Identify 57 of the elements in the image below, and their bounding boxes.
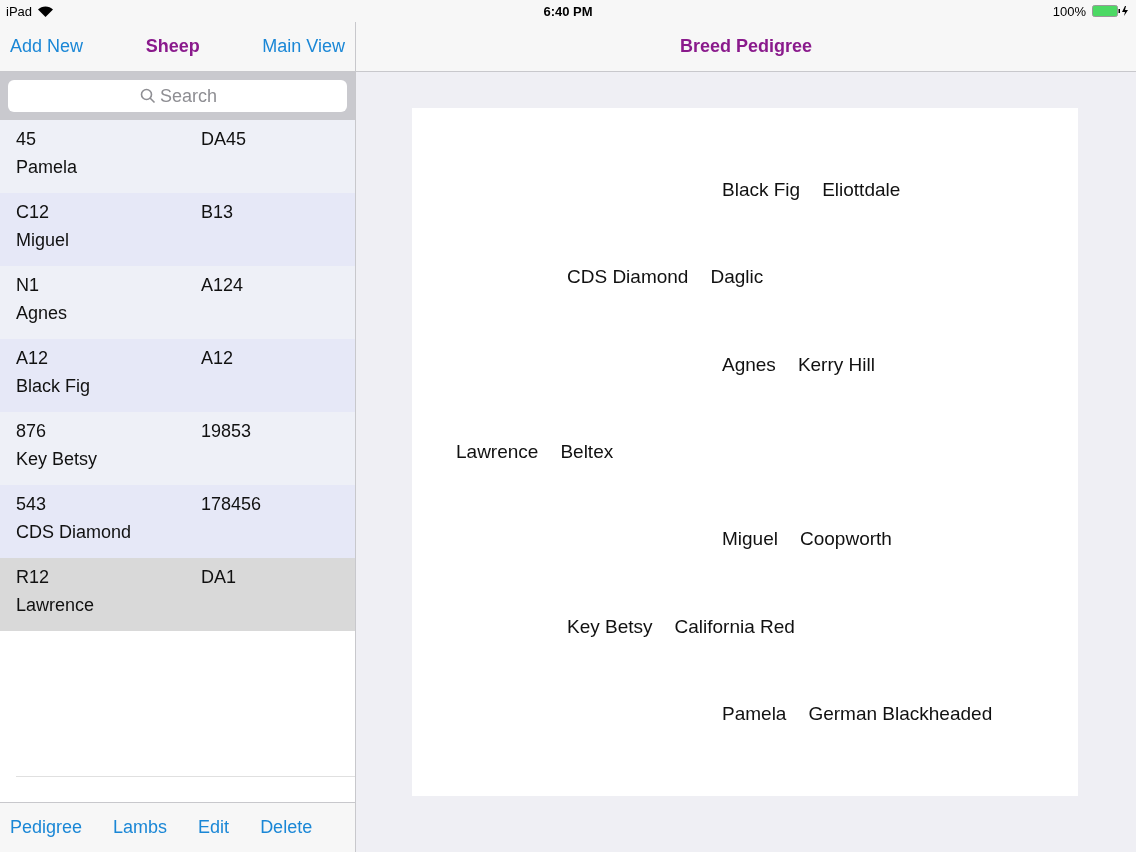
sheep-row[interactable]: R12 DA1 Lawrence (0, 558, 355, 631)
battery-percent: 100% (1052, 3, 1086, 19)
wifi-icon (38, 5, 54, 17)
sheep-row[interactable]: N1 A124 Agnes (0, 266, 355, 339)
tag-number: N1 (16, 275, 40, 297)
sheep-id: DA45 (201, 129, 248, 151)
tag-number: 543 (16, 494, 48, 516)
device-name: iPad (6, 3, 33, 19)
nav-title: Sheep (145, 36, 200, 57)
breed-name: Daglic (710, 266, 764, 289)
tag-number: A12 (16, 348, 50, 370)
sheep-id: B13 (201, 202, 235, 224)
toolbar-button[interactable]: Edit (198, 817, 230, 838)
tag-number: 45 (16, 129, 38, 151)
breed-name: Coopworth (800, 528, 892, 551)
sheep-name: Black Fig (722, 178, 801, 201)
battery-icon (1092, 5, 1130, 17)
breed-name: Eliottdale (822, 178, 901, 201)
sheep-name: Miguel (722, 528, 778, 551)
sheep-id: A12 (201, 348, 235, 370)
sheep-id: 19853 (201, 421, 253, 443)
sheep-name: Pamela (16, 156, 79, 179)
sheep-row[interactable]: 876 19853 Key Betsy (0, 412, 355, 485)
add-new-button[interactable]: Add New (10, 36, 84, 57)
main-view-button[interactable]: Main View (262, 36, 345, 57)
breed-name: California Red (674, 615, 795, 638)
sheep-name: CDS Diamond (16, 521, 133, 544)
tag-number: 876 (16, 421, 48, 443)
clock: 6:40 PM (543, 3, 593, 19)
breed-name: Beltex (560, 441, 614, 463)
sheep-id: 178456 (201, 494, 263, 516)
toolbar-button[interactable]: Delete (260, 817, 313, 838)
sheep-name: Key Betsy (567, 615, 653, 638)
sheep-row[interactable]: 543 178456 CDS Diamond (0, 485, 355, 558)
toolbar-button[interactable]: Lambs (113, 817, 168, 838)
sheep-id: DA1 (201, 567, 237, 589)
sheep-name: Lawrence (456, 441, 539, 463)
search-field[interactable]: Search (8, 80, 347, 112)
sheep-row[interactable]: 45 DA45 Pamela (0, 120, 355, 193)
sheep-name: Pamela (722, 703, 787, 726)
sheep-row[interactable]: C12 B13 Miguel (0, 193, 355, 266)
sheep-name: Agnes (16, 302, 69, 325)
sheep-name: Agnes (722, 353, 776, 376)
sheep-name: Black Fig (16, 375, 92, 398)
sheep-row[interactable]: A12 A12 Black Fig (0, 339, 355, 412)
toolbar-button[interactable]: Pedigree (10, 817, 83, 838)
sheep-name: Lawrence (16, 594, 96, 617)
search-icon (139, 88, 156, 104)
sheep-name: Miguel (16, 229, 71, 252)
sheep-id: A124 (201, 275, 245, 297)
breed-name: Kerry Hill (797, 353, 875, 376)
tag-number: R12 (16, 567, 51, 589)
sheep-name: Key Betsy (16, 448, 99, 471)
detail-title: Breed Pedigree (679, 36, 813, 57)
breed-name: German Blackheaded (808, 703, 993, 726)
sheep-name: CDS Diamond (567, 266, 689, 289)
tag-number: C12 (16, 202, 51, 224)
